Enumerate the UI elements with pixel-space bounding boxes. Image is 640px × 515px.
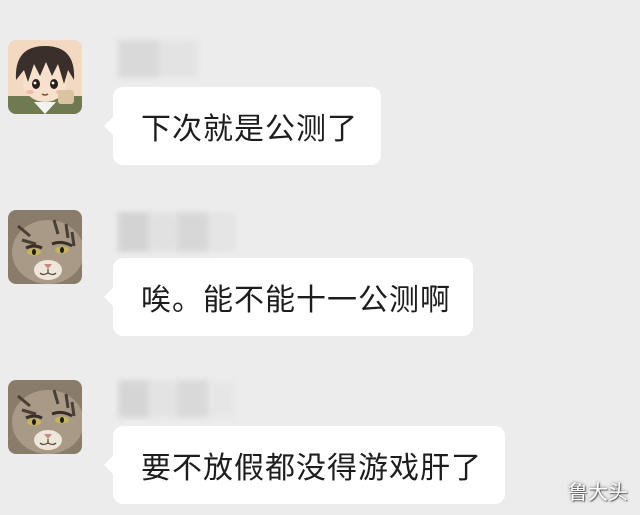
- message-text: 下次就是公测了: [141, 112, 358, 147]
- user-avatar[interactable]: [8, 210, 82, 284]
- user-avatar[interactable]: [8, 380, 82, 454]
- watermark: 鲁大头: [568, 480, 628, 504]
- cat-avatar-icon: [8, 380, 82, 454]
- message-bubble[interactable]: 下次就是公测了: [104, 87, 381, 165]
- user-avatar[interactable]: [8, 40, 82, 114]
- sender-name-blurred: [118, 212, 236, 252]
- cat-avatar-icon: [8, 210, 82, 284]
- sender-name-blurred: [118, 380, 236, 418]
- message-text: 唉。能不能十一公测啊: [141, 283, 451, 318]
- message-text: 要不放假都没得游戏肝了: [141, 451, 482, 486]
- message-bubble[interactable]: 唉。能不能十一公测啊: [104, 258, 473, 336]
- anime-boy-avatar-icon: [8, 40, 82, 114]
- message-bubble[interactable]: 要不放假都没得游戏肝了: [104, 426, 505, 504]
- sender-name-blurred: [118, 40, 198, 78]
